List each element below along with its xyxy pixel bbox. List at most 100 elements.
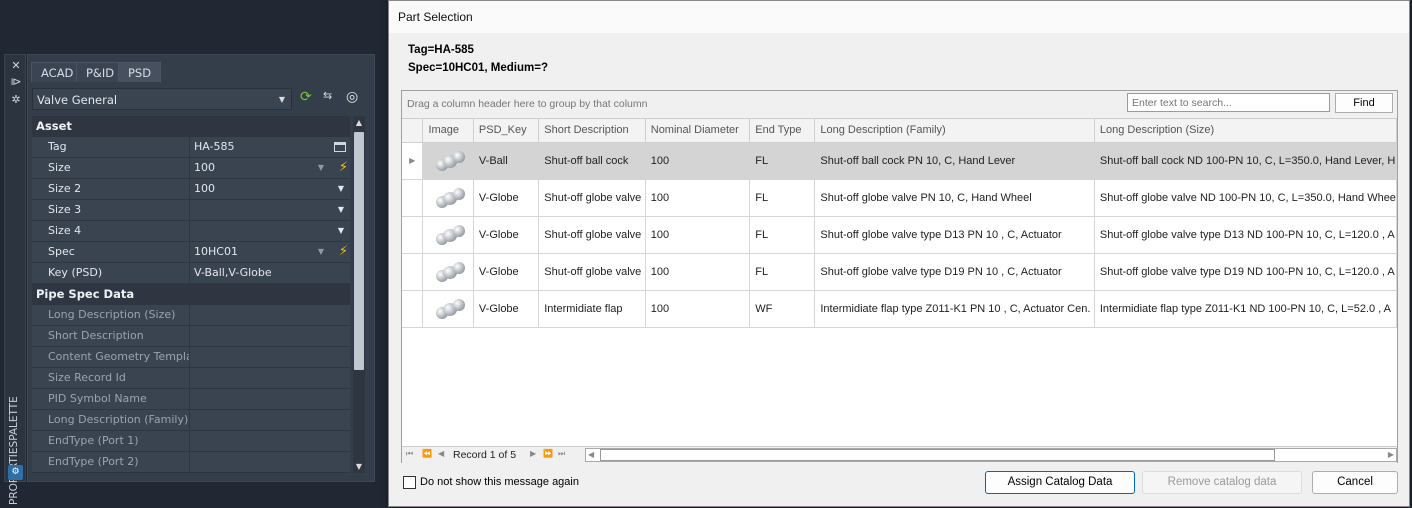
- record-navigator: ⏮ ⏪ ◀ Record 1 of 5 ▶ ⏩ ⏭ ◀ ▶: [402, 446, 1397, 463]
- property-value[interactable]: [190, 431, 350, 451]
- column-header[interactable]: Short Description: [538, 119, 646, 143]
- next-record-icon[interactable]: ▶: [530, 449, 536, 458]
- property-value[interactable]: HA-585: [190, 137, 350, 157]
- valve-icon: [434, 187, 468, 209]
- property-value[interactable]: [190, 389, 350, 409]
- property-value[interactable]: [190, 368, 350, 388]
- row-indicator: [402, 290, 424, 328]
- lightning-icon[interactable]: ⚡: [339, 242, 348, 262]
- column-header[interactable]: PSD_Key: [473, 119, 540, 143]
- property-value[interactable]: [190, 347, 350, 367]
- palette-side-strip: ✕ ⧐ ✲ PROPERTIESPALETTE ⚙: [4, 54, 26, 505]
- chevron-down-icon[interactable]: ▼: [318, 242, 324, 262]
- next-page-icon[interactable]: ⏩: [543, 449, 553, 458]
- settings-icon[interactable]: ✲: [9, 93, 23, 106]
- scroll-left-icon[interactable]: ◀: [588, 450, 594, 459]
- category-header[interactable]: Asset: [32, 116, 350, 137]
- property-row[interactable]: EndType (Port 2): [32, 452, 350, 473]
- do-not-show-label: Do not show this message again: [420, 476, 579, 488]
- column-header[interactable]: Image: [422, 119, 474, 143]
- long-description-family-cell: Shut-off globe valve PN 10, C, Hand Whee…: [814, 179, 1095, 217]
- property-value[interactable]: 10HC01 ▼ ⚡: [190, 242, 350, 262]
- property-value[interactable]: 100 ▼ ⚡: [190, 158, 350, 178]
- group-hint: Drag a column header here to group by th…: [407, 98, 648, 110]
- do-not-show-checkbox[interactable]: [403, 476, 416, 489]
- property-row[interactable]: Long Description (Family): [32, 410, 350, 431]
- remove-catalog-data-button[interactable]: Remove catalog data: [1142, 471, 1302, 494]
- cancel-button[interactable]: Cancel: [1312, 471, 1398, 494]
- scroll-down-icon[interactable]: ▼: [353, 462, 365, 471]
- property-row[interactable]: PID Symbol Name: [32, 389, 350, 410]
- property-row[interactable]: Content Geometry Template: [32, 347, 350, 368]
- plant-logo-icon: ⚙: [8, 465, 23, 480]
- lightning-icon[interactable]: ⚡: [339, 158, 348, 178]
- scroll-thumb[interactable]: [600, 449, 1275, 461]
- short-description-cell: Shut-off ball cock: [538, 142, 646, 180]
- quick-select-icon[interactable]: ⇆: [323, 89, 332, 102]
- horizontal-scrollbar[interactable]: ◀ ▶: [585, 448, 1397, 462]
- chevron-down-icon[interactable]: ▼: [318, 158, 324, 178]
- chevron-down-icon: ▼: [278, 95, 285, 104]
- scroll-up-icon[interactable]: ▲: [353, 118, 365, 127]
- tab-psd[interactable]: PSD: [118, 62, 162, 82]
- property-value-text: 100: [194, 182, 215, 195]
- parts-table: Image PSD_Key Short Description Nominal Dia…: [402, 119, 1398, 328]
- property-value[interactable]: V-Ball,V-Globe: [190, 263, 350, 283]
- assign-catalog-data-button[interactable]: Assign Catalog Data: [985, 471, 1135, 494]
- property-row[interactable]: Short Description: [32, 326, 350, 347]
- property-value[interactable]: ▼: [190, 200, 350, 220]
- table-row[interactable]: V-Globe Intermidiate flap 100 WF Intermi…: [402, 290, 1398, 328]
- last-record-icon[interactable]: ⏭: [558, 449, 565, 459]
- property-row[interactable]: Long Description (Size): [32, 305, 350, 326]
- table-row[interactable]: V-Globe Shut-off globe valve 100 FL Shut…: [402, 253, 1398, 291]
- record-counter: Record 1 of 5: [453, 449, 517, 461]
- prev-record-icon[interactable]: ◀: [438, 449, 444, 458]
- table-row[interactable]: V-Globe Shut-off globe valve 100 FL Shut…: [402, 216, 1398, 254]
- property-row[interactable]: Tag HA-585: [32, 137, 350, 158]
- chevron-down-icon[interactable]: ▼: [338, 200, 344, 220]
- property-row[interactable]: Size 4 ▼: [32, 221, 350, 242]
- end-type-cell: FL: [749, 142, 816, 180]
- column-header[interactable]: Long Description (Size): [1094, 119, 1398, 143]
- close-icon[interactable]: ✕: [9, 59, 23, 72]
- property-row[interactable]: Size 2 100 ▼: [32, 179, 350, 200]
- property-value[interactable]: 100 ▼: [190, 179, 350, 199]
- property-row[interactable]: Size Record Id: [32, 368, 350, 389]
- find-button[interactable]: Find: [1335, 93, 1393, 113]
- object-type-select[interactable]: Valve General ▼: [32, 88, 292, 110]
- category-header[interactable]: Pipe Spec Data: [32, 284, 350, 305]
- property-value[interactable]: [190, 452, 350, 472]
- scroll-right-icon[interactable]: ▶: [1388, 450, 1394, 459]
- auto-hide-icon[interactable]: ⧐: [9, 75, 23, 88]
- nominal-diameter-cell: 100: [645, 216, 751, 254]
- chevron-down-icon[interactable]: ▼: [338, 221, 344, 241]
- column-header[interactable]: Long Description (Family): [814, 119, 1095, 143]
- property-value[interactable]: [190, 305, 350, 325]
- tag-browse-icon[interactable]: [334, 142, 346, 152]
- table-row[interactable]: V-Globe Shut-off globe valve 100 FL Shut…: [402, 179, 1398, 217]
- property-scrollbar[interactable]: ▲ ▼: [353, 116, 365, 473]
- property-value[interactable]: ▼: [190, 221, 350, 241]
- row-indicator: ▶: [402, 142, 424, 180]
- end-type-cell: FL: [749, 253, 816, 291]
- property-row[interactable]: EndType (Port 1): [32, 431, 350, 452]
- tab-pid[interactable]: P&ID: [76, 62, 125, 82]
- prev-page-icon[interactable]: ⏪: [422, 449, 432, 458]
- toggle-pickadd-icon[interactable]: ◎: [346, 89, 358, 105]
- column-header[interactable]: End Type: [749, 119, 816, 143]
- property-value[interactable]: [190, 326, 350, 346]
- property-row[interactable]: Size 3 ▼: [32, 200, 350, 221]
- table-row[interactable]: ▶ V-Ball Shut-off ball cock 100 FL Shut-…: [402, 142, 1398, 180]
- property-row[interactable]: Size 100 ▼ ⚡: [32, 158, 350, 179]
- first-record-icon[interactable]: ⏮: [406, 449, 413, 459]
- column-header[interactable]: Nominal Diameter: [645, 119, 751, 143]
- refresh-icon[interactable]: ⟳: [300, 89, 312, 105]
- property-value[interactable]: [190, 410, 350, 430]
- search-input[interactable]: [1127, 93, 1330, 112]
- chevron-down-icon[interactable]: ▼: [338, 179, 344, 199]
- scroll-thumb[interactable]: [354, 132, 364, 370]
- long-description-family-cell: Intermidiate flap type Z011-K1 PN 10 , C…: [814, 290, 1095, 328]
- end-type-cell: WF: [749, 290, 816, 328]
- property-row[interactable]: Spec 10HC01 ▼ ⚡: [32, 242, 350, 263]
- property-row[interactable]: Key (PSD) V-Ball,V-Globe: [32, 263, 350, 284]
